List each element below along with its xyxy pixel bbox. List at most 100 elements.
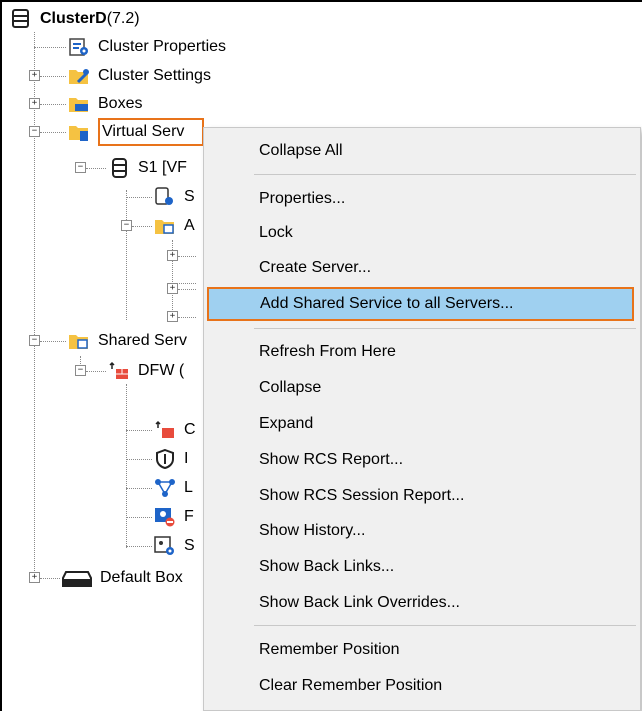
menu-item-remember-position[interactable]: Remember Position xyxy=(204,633,640,667)
expand-toggle-icon[interactable]: + xyxy=(167,311,178,322)
dfw-label: DFW ( xyxy=(138,362,185,379)
network-icon xyxy=(154,478,176,498)
tree-line xyxy=(86,168,106,169)
collapse-toggle-icon[interactable]: − xyxy=(121,220,132,231)
tree-line xyxy=(126,546,152,547)
server-database-icon xyxy=(108,158,130,178)
tree-node-cluster-properties[interactable]: Cluster Properties xyxy=(68,34,226,60)
tree-line xyxy=(126,190,127,320)
server-child-a-label: A xyxy=(184,217,195,234)
collapse-toggle-icon[interactable]: − xyxy=(29,126,40,137)
shared-services-label: Shared Serv xyxy=(98,332,187,349)
default-box-label: Default Box xyxy=(100,569,183,586)
s1-label: S1 [VF xyxy=(138,159,187,176)
collapse-toggle-icon[interactable]: − xyxy=(29,335,40,346)
expand-toggle-icon[interactable]: + xyxy=(167,283,178,294)
dfw-child-c-label: C xyxy=(184,421,196,438)
firewall-rules-icon xyxy=(154,420,176,440)
tree-line xyxy=(40,341,66,342)
tree-node-boxes[interactable]: Boxes xyxy=(68,91,142,117)
menu-item-show-history[interactable]: Show History... xyxy=(204,514,640,548)
tree-line xyxy=(126,488,152,489)
menu-item-collapse[interactable]: Collapse xyxy=(204,371,640,405)
root-version: (7.2) xyxy=(106,10,140,27)
shield-icon xyxy=(154,448,176,470)
cluster-icon xyxy=(10,9,32,29)
menu-separator xyxy=(254,625,636,626)
boxes-label: Boxes xyxy=(98,95,143,112)
menu-item-expand[interactable]: Expand xyxy=(204,407,640,441)
properties-gear-icon xyxy=(68,37,90,57)
expand-toggle-icon[interactable]: + xyxy=(167,250,178,261)
menu-item-show-rcs-report[interactable]: Show RCS Report... xyxy=(204,443,640,477)
menu-item-properties[interactable]: Properties... xyxy=(204,182,640,216)
tree-line xyxy=(40,76,66,77)
menu-item-show-back-links[interactable]: Show Back Links... xyxy=(204,550,640,584)
tree-line xyxy=(40,132,66,133)
tree-line xyxy=(126,430,152,431)
tree-line xyxy=(126,517,152,518)
folder-wrench-icon xyxy=(68,66,90,86)
expand-toggle-icon[interactable]: + xyxy=(29,70,40,81)
dfw-child-i-label: I xyxy=(184,450,189,467)
folder-server-icon xyxy=(68,122,90,142)
folder-service-icon xyxy=(68,331,90,351)
menu-item-show-back-link-overrides[interactable]: Show Back Link Overrides... xyxy=(204,586,640,620)
cluster-properties-label: Cluster Properties xyxy=(98,38,227,55)
server-child-s-label: S xyxy=(184,188,195,205)
tree-node-dfw[interactable]: DFW ( xyxy=(108,358,184,384)
tree-node-cluster-settings[interactable]: Cluster Settings xyxy=(68,63,211,89)
tree-line xyxy=(178,317,196,318)
virtual-servers-label: Virtual Serv xyxy=(98,118,205,146)
root-label: ClusterD xyxy=(40,10,107,27)
folder-service-icon xyxy=(154,216,176,236)
blocked-user-icon xyxy=(154,507,176,527)
menu-item-show-rcs-session-report[interactable]: Show RCS Session Report... xyxy=(204,479,640,513)
server-gear-icon xyxy=(154,187,176,207)
tree-line xyxy=(34,32,35,577)
tree-line xyxy=(178,289,196,290)
menu-item-lock[interactable]: Lock xyxy=(204,216,640,250)
dfw-child-l-label: L xyxy=(184,479,193,496)
tree-line xyxy=(40,578,60,579)
menu-item-add-shared-service[interactable]: Add Shared Service to all Servers... xyxy=(207,287,634,321)
tree-node-dfw-child-i[interactable]: I xyxy=(154,446,188,472)
collapse-toggle-icon[interactable]: − xyxy=(75,162,86,173)
collapse-toggle-icon[interactable]: − xyxy=(75,365,86,376)
firewall-icon xyxy=(108,361,130,381)
tree-line xyxy=(178,256,196,257)
tree-line xyxy=(34,47,66,48)
service-settings-icon xyxy=(154,536,176,556)
tree-node-s1[interactable]: S1 [VF xyxy=(108,155,187,181)
tree-line xyxy=(86,371,106,372)
tree-node-dfw-child-f[interactable]: F xyxy=(154,504,194,530)
folder-box-icon xyxy=(68,94,90,114)
tree-node-assigned-services[interactable]: A xyxy=(154,213,195,239)
menu-separator xyxy=(254,174,636,175)
cluster-settings-label: Cluster Settings xyxy=(98,67,211,84)
menu-item-refresh-from-here[interactable]: Refresh From Here xyxy=(204,335,640,369)
menu-item-clear-remember-position[interactable]: Clear Remember Position xyxy=(204,669,640,703)
tree-node-server-properties[interactable]: S xyxy=(154,184,195,210)
menu-item-collapse-all[interactable]: Collapse All xyxy=(204,134,640,168)
dfw-child-f-label: F xyxy=(184,508,194,525)
tree-line xyxy=(40,104,66,105)
tree-line xyxy=(126,459,152,460)
tree-node-dfw-child-c[interactable]: C xyxy=(154,417,196,443)
tree-node-virtual-servers[interactable]: Virtual Serv xyxy=(68,118,205,146)
tree-line xyxy=(126,197,152,198)
menu-separator xyxy=(254,328,636,329)
tree-node-dfw-child-l[interactable]: L xyxy=(154,475,193,501)
box-icon xyxy=(62,568,92,588)
context-menu: Collapse All Properties... Lock Create S… xyxy=(203,127,641,711)
expand-toggle-icon[interactable]: + xyxy=(29,98,40,109)
tree-node-default-box[interactable]: Default Box xyxy=(62,565,183,591)
menu-item-create-server[interactable]: Create Server... xyxy=(204,251,640,285)
tree-line xyxy=(132,226,152,227)
tree-node-root[interactable]: ClusterD (7.2) xyxy=(10,6,140,32)
tree-node-dfw-child-s[interactable]: S xyxy=(154,533,195,559)
tree-node-shared-services[interactable]: Shared Serv xyxy=(68,328,187,354)
dfw-child-s-label: S xyxy=(184,537,195,554)
expand-toggle-icon[interactable]: + xyxy=(29,572,40,583)
tree-line xyxy=(126,384,127,548)
